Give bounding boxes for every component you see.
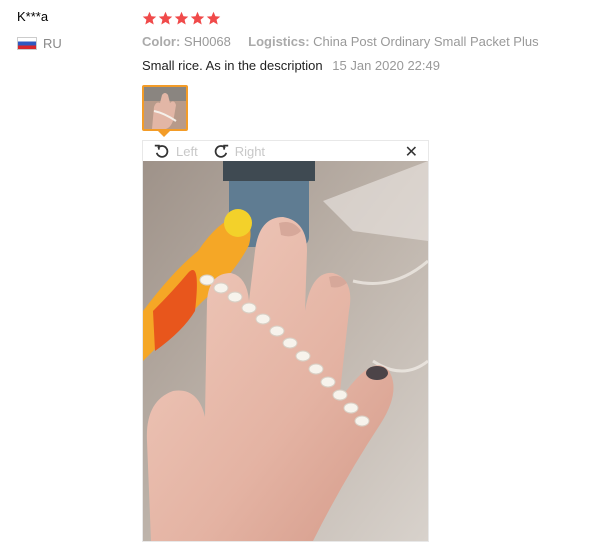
star-icon — [206, 11, 221, 26]
color-label: Color: — [142, 34, 181, 49]
review-body: Color: SH0068 Logistics: China Post Ordi… — [142, 9, 587, 542]
rotate-left-icon — [154, 144, 169, 158]
close-icon[interactable]: ✕ — [405, 142, 418, 162]
rotate-right-button[interactable]: Right — [212, 142, 265, 160]
star-icon — [174, 11, 189, 26]
reviewer-name: K***a — [17, 9, 49, 24]
review-content: Small rice. As in the description 15 Jan… — [142, 57, 587, 75]
image-viewer: Left Right ✕ — [142, 140, 429, 542]
review-date: 15 Jan 2020 22:49 — [332, 58, 440, 73]
review-photo-image — [143, 161, 428, 541]
star-icon — [190, 11, 205, 26]
rotate-left-button[interactable]: Left — [153, 142, 198, 160]
star-icon — [142, 11, 157, 26]
viewer-toolbar: Left Right ✕ — [143, 141, 428, 161]
review-photo-thumbnail[interactable] — [142, 85, 188, 131]
country-code: RU — [43, 36, 62, 51]
color-value: SH0068 — [183, 34, 231, 49]
review-text: Small rice. As in the description — [142, 58, 323, 73]
rotate-right-label: Right — [234, 143, 266, 159]
russia-flag-icon — [17, 37, 37, 50]
thumbnail-image — [144, 87, 186, 129]
logistics-value: China Post Ordinary Small Packet Plus — [313, 34, 539, 49]
reviewer-info: K***a RU — [17, 8, 62, 51]
logistics-label: Logistics: — [248, 34, 310, 49]
order-details: Color: SH0068 Logistics: China Post Ordi… — [142, 33, 587, 51]
star-rating — [142, 9, 587, 27]
thumbnail-pointer — [158, 131, 170, 137]
reviewer-country: RU — [17, 36, 62, 51]
star-icon — [158, 11, 173, 26]
rotate-right-icon — [214, 144, 228, 158]
review-photo — [143, 161, 428, 541]
rotate-left-label: Left — [176, 143, 198, 159]
